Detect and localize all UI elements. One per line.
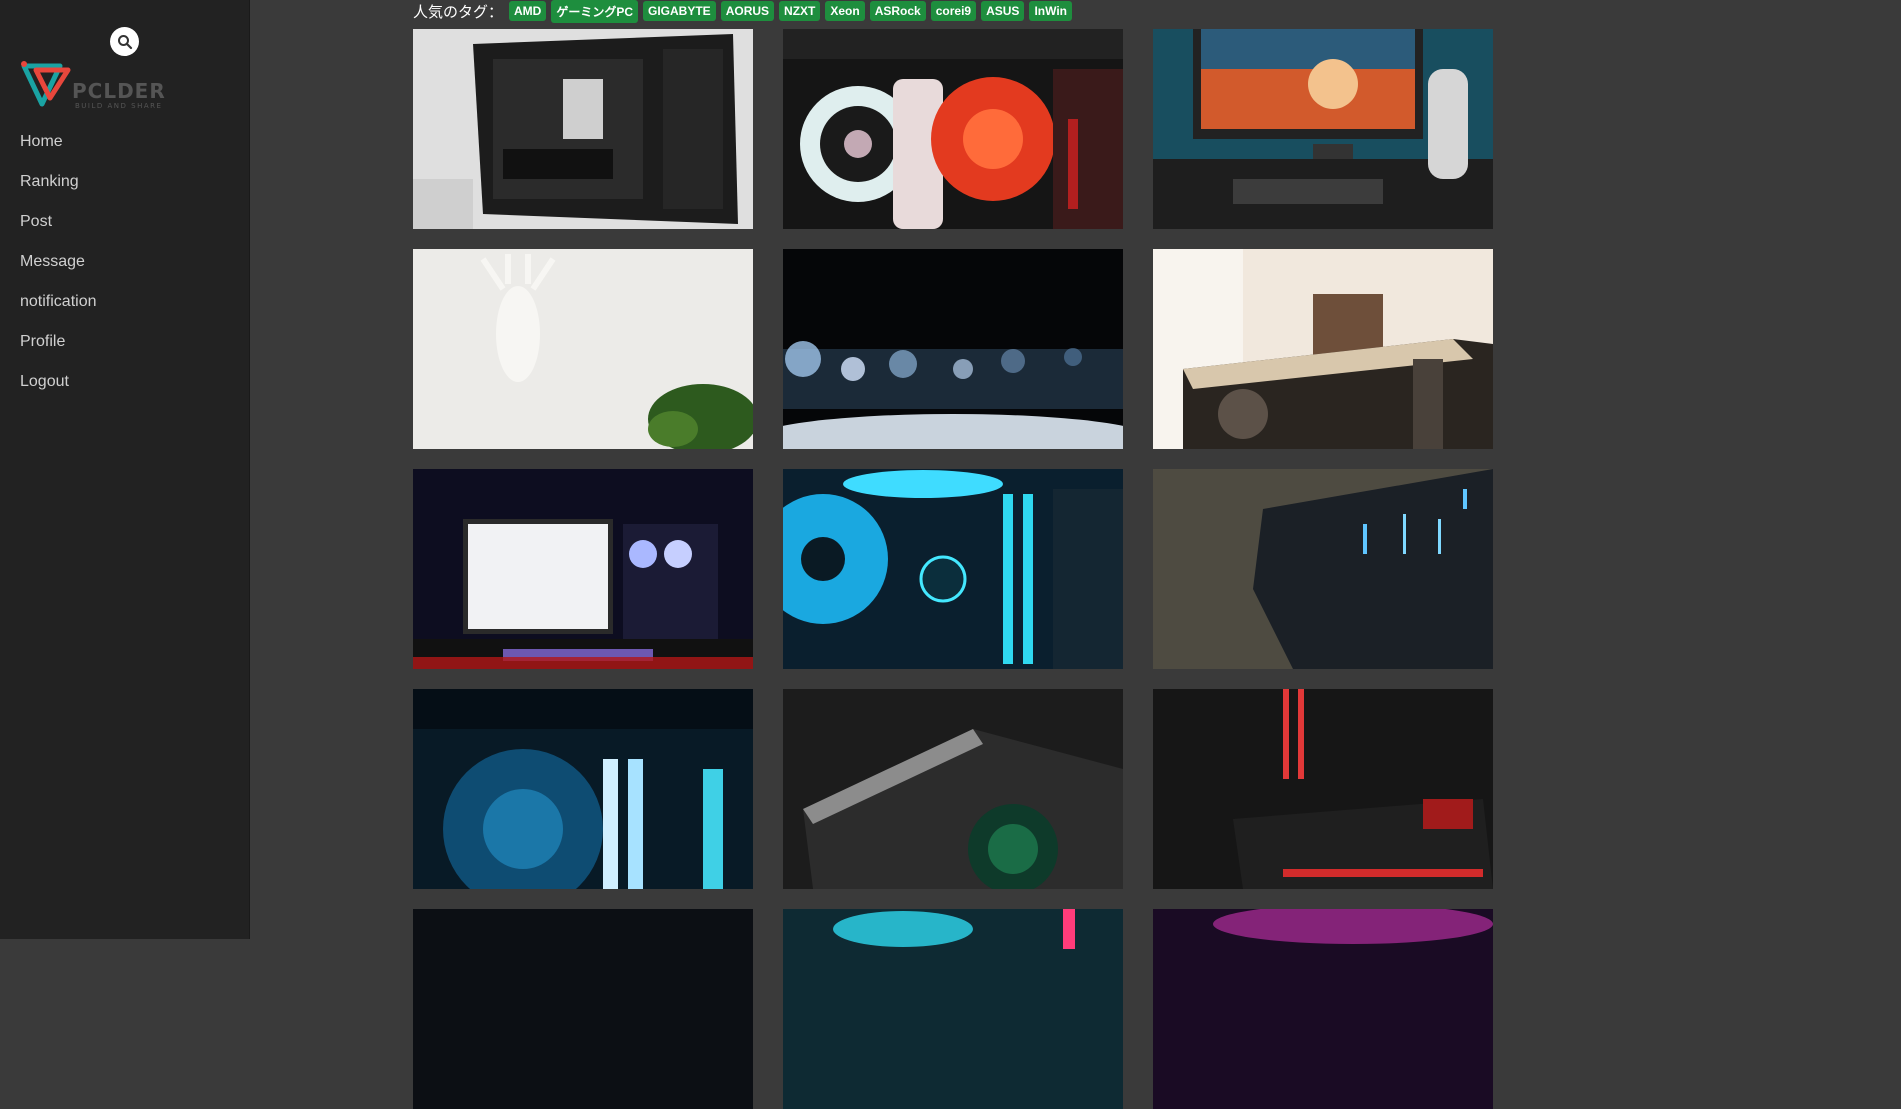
post-card[interactable] [413,909,753,1109]
post-thumbnail [413,249,753,449]
post-card[interactable] [783,249,1123,449]
nav-ranking[interactable]: Ranking [20,168,97,208]
post-thumbnail [1153,689,1493,889]
post-card[interactable] [413,469,753,669]
tag-asus[interactable]: ASUS [981,1,1025,21]
popular-tags-label: 人気のタグ： [413,3,504,21]
tag-nzxt[interactable]: NZXT [779,1,821,21]
post-thumbnail [783,469,1123,669]
post-thumbnail [783,689,1123,889]
post-card[interactable] [1153,689,1493,889]
post-card[interactable] [783,689,1123,889]
post-thumbnail [413,469,753,669]
main-content: 人気のタグ： AMD ゲーミングPC GIGABYTE AORUS NZXT X… [250,0,1901,1109]
tag-gaming-pc[interactable]: ゲーミングPC [551,0,639,23]
logo-tagline: BUILD AND SHARE [75,102,163,110]
tag-xeon[interactable]: Xeon [825,1,865,21]
nav-profile[interactable]: Profile [20,328,97,368]
tag-corei9[interactable]: corei9 [930,1,977,21]
tag-aorus[interactable]: AORUS [720,1,775,21]
post-card[interactable] [413,249,753,449]
post-thumbnail [413,909,753,1109]
search-icon [117,34,132,49]
post-card[interactable] [1153,469,1493,669]
post-thumbnail [1153,29,1493,229]
post-card[interactable] [783,29,1123,229]
tag-gigabyte[interactable]: GIGABYTE [643,1,716,21]
post-card[interactable] [1153,29,1493,229]
post-card[interactable] [413,29,753,229]
post-thumbnail [1153,909,1493,1109]
post-thumbnail [413,29,753,229]
post-grid [413,29,1493,1109]
post-card[interactable] [783,909,1123,1109]
nav-logout[interactable]: Logout [20,368,97,408]
site-logo[interactable]: PCLDER BUILD AND SHARE [20,60,180,116]
post-card[interactable] [783,469,1123,669]
popular-tags: 人気のタグ： AMD ゲーミングPC GIGABYTE AORUS NZXT X… [413,0,1077,23]
nav-home[interactable]: Home [20,128,97,168]
tag-inwin[interactable]: InWin [1029,1,1072,21]
post-thumbnail [1153,249,1493,449]
nav-message[interactable]: Message [20,248,97,288]
post-thumbnail [783,29,1123,229]
main-nav: Home Ranking Post Message notification P… [20,128,97,408]
post-thumbnail [413,689,753,889]
tag-asrock[interactable]: ASRock [869,1,926,21]
logo-wordmark: PCLDER [72,79,166,103]
post-card[interactable] [1153,909,1493,1109]
tag-amd[interactable]: AMD [509,1,547,21]
post-card[interactable] [413,689,753,889]
post-thumbnail [783,249,1123,449]
search-button[interactable] [110,27,139,56]
sidebar: PCLDER BUILD AND SHARE Home Ranking Post… [0,0,250,939]
logo-mark-icon [21,61,71,107]
nav-notification[interactable]: notification [20,288,97,328]
post-card[interactable] [1153,249,1493,449]
nav-post[interactable]: Post [20,208,97,248]
post-thumbnail [783,909,1123,1109]
post-thumbnail [1153,469,1493,669]
